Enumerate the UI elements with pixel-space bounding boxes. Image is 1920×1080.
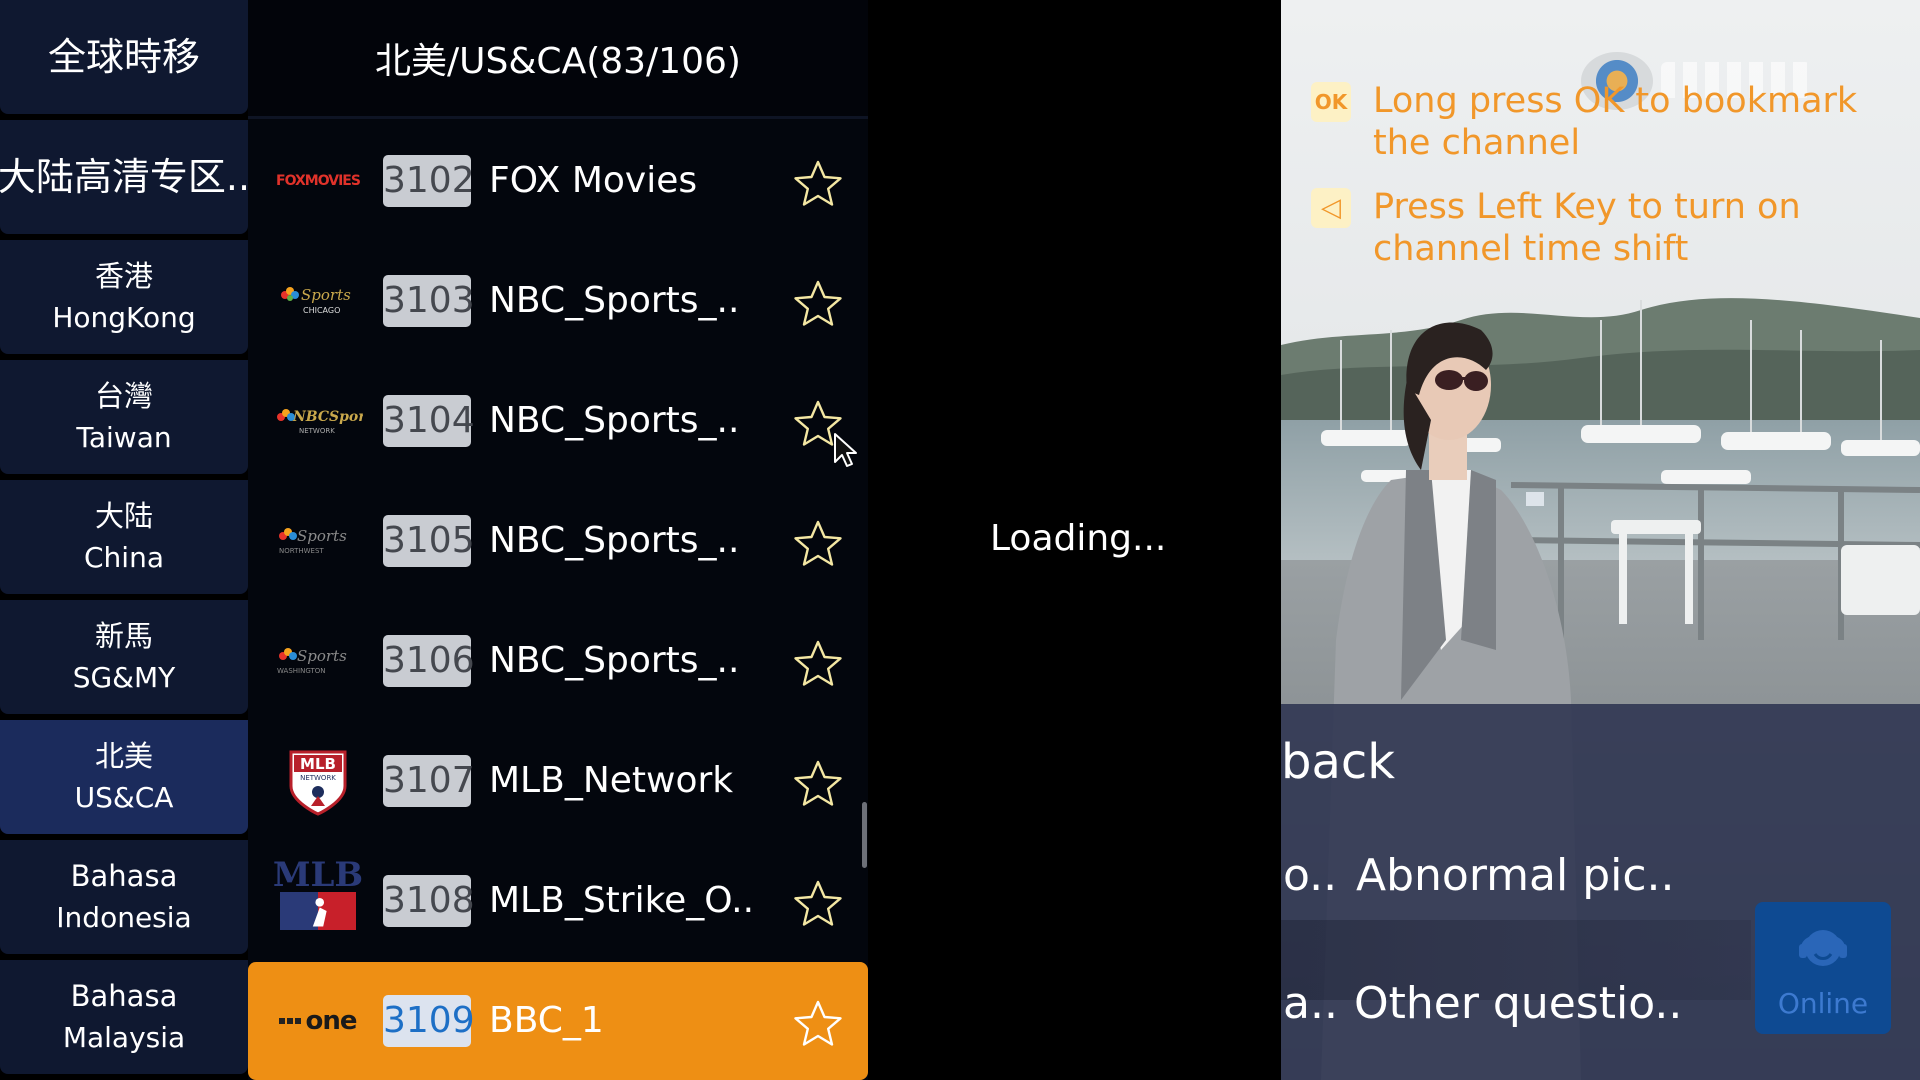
nbc-sports-network-logo: NBCSports NETWORK bbox=[270, 392, 366, 450]
feedback-title: back bbox=[1281, 734, 1396, 790]
left-key-icon: ◁ bbox=[1311, 188, 1351, 228]
feedback-option-abnormal-picture[interactable]: Abnormal pic.. bbox=[1356, 850, 1675, 901]
channel-list-header: 北美/US&CA(83/106) bbox=[248, 0, 868, 119]
star-icon[interactable] bbox=[793, 879, 843, 929]
channel-name: MLB_Strike_O.. bbox=[489, 880, 755, 921]
mouse-cursor-icon bbox=[834, 433, 857, 467]
svg-text:NETWORK: NETWORK bbox=[300, 774, 336, 782]
channel-row-3105[interactable]: Sports NORTHWEST 3105 NBC_Sports_.. bbox=[248, 482, 868, 600]
channel-name: BBC_1 bbox=[489, 1000, 604, 1041]
category-item-timeshift[interactable]: 全球時移 bbox=[0, 0, 248, 114]
channel-number: 3102 bbox=[383, 155, 475, 207]
category-label: 台灣 bbox=[94, 379, 153, 413]
channel-name: FOX Movies bbox=[489, 160, 698, 201]
svg-text:Sports: Sports bbox=[297, 527, 347, 545]
channel-name: NBC_Sports_.. bbox=[489, 640, 740, 681]
category-label: 全球時移 bbox=[47, 34, 200, 79]
headset-icon bbox=[1799, 930, 1847, 966]
channel-name: NBC_Sports_.. bbox=[489, 280, 740, 321]
channel-number: 3107 bbox=[383, 755, 475, 807]
star-icon[interactable] bbox=[793, 639, 843, 689]
star-icon[interactable] bbox=[793, 279, 843, 329]
category-item-sgmy[interactable]: 新馬 SG&MY bbox=[0, 600, 248, 714]
category-sublabel: China bbox=[84, 541, 164, 574]
star-icon[interactable] bbox=[793, 999, 843, 1049]
mlb-network-logo: MLB NETWORK bbox=[270, 750, 366, 816]
category-label: 香港 bbox=[94, 259, 153, 293]
category-label: 新馬 bbox=[94, 619, 153, 653]
category-sublabel: SG&MY bbox=[72, 661, 176, 694]
video-preview[interactable]: OK Long press OK to bookmark the channel… bbox=[1281, 0, 1920, 1080]
category-column: 全球時移 大陆高清专区.. 香港 HongKong 台灣 Taiwan 大陆 C… bbox=[0, 0, 248, 1080]
category-item-hongkong[interactable]: 香港 HongKong bbox=[0, 240, 248, 354]
tip-text: Long press OK to bookmark the channel bbox=[1373, 81, 1858, 163]
loading-text: Loading... bbox=[990, 518, 1167, 559]
nbc-sports-washington-logo: Sports WASHINGTON bbox=[270, 632, 366, 690]
channel-row-3107[interactable]: MLB NETWORK 3107 MLB_Network bbox=[248, 722, 868, 840]
category-sublabel: Malaysia bbox=[62, 1021, 186, 1054]
svg-text:NORTHWEST: NORTHWEST bbox=[279, 547, 324, 555]
feedback-option-prefix[interactable]: o.. bbox=[1283, 850, 1337, 901]
tip-bookmark: OK Long press OK to bookmark the channel bbox=[1311, 80, 1871, 164]
feedback-option-prefix[interactable]: a.. bbox=[1283, 978, 1338, 1029]
feedback-option-other-questions[interactable]: Other questio.. bbox=[1354, 978, 1682, 1029]
svg-text:NBCSports: NBCSports bbox=[292, 409, 363, 425]
category-item-indonesia[interactable]: Bahasa Indonesia bbox=[0, 840, 248, 954]
mlb-logo: MLB bbox=[270, 858, 366, 930]
star-icon[interactable] bbox=[793, 159, 843, 209]
category-item-taiwan[interactable]: 台灣 Taiwan bbox=[0, 360, 248, 474]
tip-text: Press Left Key to turn on channel time s… bbox=[1373, 187, 1801, 269]
category-sublabel: US&CA bbox=[74, 781, 174, 814]
channel-row-3109[interactable]: one 3109 BBC_1 bbox=[248, 962, 868, 1080]
channel-row-3102[interactable]: FOXMOVIES 3102 FOX Movies bbox=[248, 122, 868, 240]
channel-name: NBC_Sports_.. bbox=[489, 520, 740, 561]
star-icon[interactable] bbox=[793, 759, 843, 809]
category-item-usca[interactable]: 北美 US&CA bbox=[0, 720, 248, 834]
category-item-mainland-hd[interactable]: 大陆高清专区.. bbox=[0, 120, 248, 234]
category-label: 北美 bbox=[94, 739, 153, 773]
category-label: Bahasa bbox=[70, 859, 178, 893]
ok-key-icon: OK bbox=[1311, 82, 1351, 122]
category-label: 大陆 bbox=[94, 499, 153, 533]
svg-text:CHICAGO: CHICAGO bbox=[303, 306, 340, 315]
category-label: 大陆高清专区.. bbox=[0, 154, 248, 199]
category-sublabel: Indonesia bbox=[56, 901, 192, 934]
channel-row-3106[interactable]: Sports WASHINGTON 3106 NBC_Sports_.. bbox=[248, 602, 868, 720]
star-icon[interactable] bbox=[793, 519, 843, 569]
nbc-sports-chicago-logo: Sports CHICAGO bbox=[270, 272, 366, 330]
svg-text:Sports: Sports bbox=[297, 647, 347, 665]
channel-number: 3109 bbox=[383, 995, 475, 1047]
channel-number: 3104 bbox=[383, 395, 475, 447]
svg-text:Sports: Sports bbox=[301, 286, 351, 304]
channel-row-3108[interactable]: MLB 3108 MLB_Strike_O.. bbox=[248, 842, 868, 960]
channel-name: MLB_Network bbox=[489, 760, 734, 801]
bbc-one-logo: one bbox=[270, 992, 366, 1050]
nbc-sports-northwest-logo: Sports NORTHWEST bbox=[270, 512, 366, 570]
svg-text:NETWORK: NETWORK bbox=[299, 427, 335, 435]
channel-name: NBC_Sports_.. bbox=[489, 400, 740, 441]
tip-timeshift: ◁ Press Left Key to turn on channel time… bbox=[1311, 186, 1871, 270]
channel-row-3104[interactable]: NBCSports NETWORK 3104 NBC_Sports_.. bbox=[248, 362, 868, 480]
online-support-button[interactable]: Online bbox=[1755, 902, 1891, 1034]
online-label: Online bbox=[1777, 987, 1869, 1020]
channel-number: 3105 bbox=[383, 515, 475, 567]
category-label: Bahasa bbox=[70, 979, 178, 1013]
category-item-malaysia[interactable]: Bahasa Malaysia bbox=[0, 960, 248, 1074]
channel-number: 3106 bbox=[383, 635, 475, 687]
svg-text:MLB: MLB bbox=[300, 755, 336, 773]
svg-text:WASHINGTON: WASHINGTON bbox=[277, 667, 326, 675]
category-item-china[interactable]: 大陆 China bbox=[0, 480, 248, 594]
category-sublabel: HongKong bbox=[52, 301, 196, 334]
channel-list-scrollbar[interactable] bbox=[862, 802, 867, 868]
channel-number: 3103 bbox=[383, 275, 475, 327]
category-sublabel: Taiwan bbox=[76, 421, 172, 454]
fox-movies-logo: FOXMOVIES bbox=[276, 173, 361, 189]
channel-list-panel: 北美/US&CA(83/106) FOXMOVIES 3102 FOX Movi… bbox=[248, 0, 868, 1080]
channel-number: 3108 bbox=[383, 875, 475, 927]
channel-row-3103[interactable]: Sports CHICAGO 3103 NBC_Sports_.. bbox=[248, 242, 868, 360]
